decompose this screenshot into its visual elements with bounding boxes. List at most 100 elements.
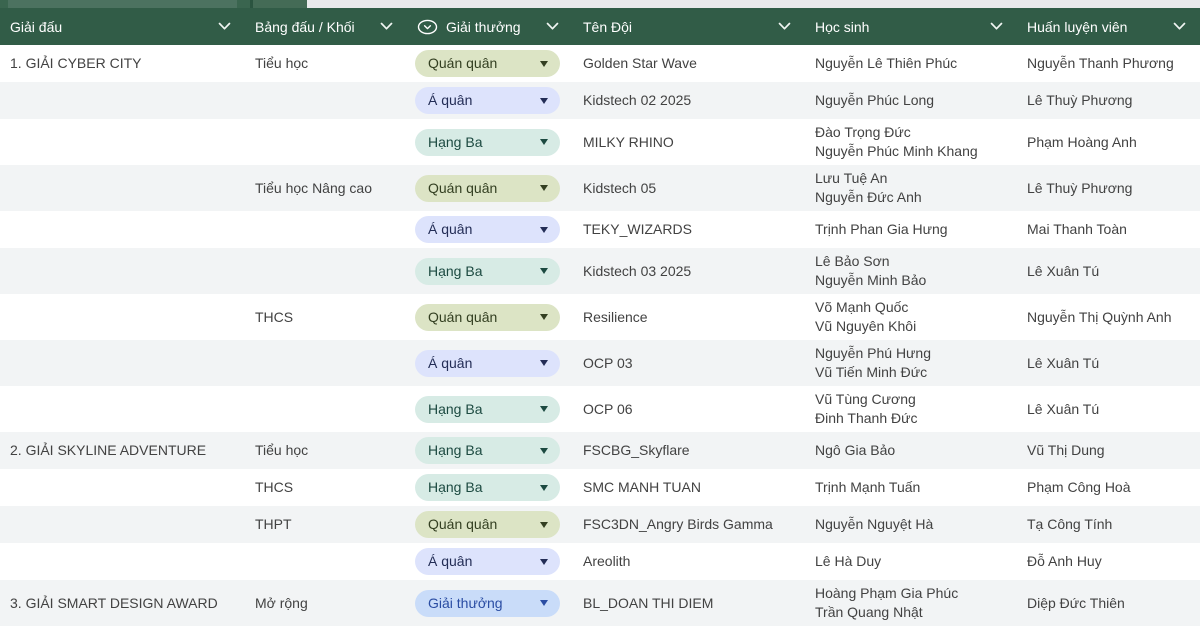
table-row: Hạng Ba Kidstech 03 2025 Lê Bảo SơnNguyễ… <box>0 248 1200 294</box>
cell-students: Trịnh Mạnh Tuấn <box>805 469 1017 506</box>
cell-coach: Phạm Hoàng Anh <box>1017 119 1200 165</box>
student-name: Vũ Tùng Cương <box>815 390 916 409</box>
cell-coach: Diệp Đức Thiên <box>1017 580 1200 626</box>
table-row: 3. GIẢI SMART DESIGN AWARD Mở rộng Giải … <box>0 580 1200 626</box>
prize-chip[interactable]: Giải thưởng <box>415 590 560 617</box>
cell-division <box>245 248 407 294</box>
table-row: 2. GIẢI SKYLINE ADVENTURE Tiểu học Hạng … <box>0 432 1200 469</box>
cell-coach: Mai Thanh Toàn <box>1017 211 1200 248</box>
cell-coach: Nguyễn Thanh Phương <box>1017 45 1200 82</box>
column-header-students[interactable]: Học sinh <box>805 8 1017 45</box>
cell-prize: Quán quân <box>407 165 573 211</box>
chevron-down-icon[interactable] <box>1173 22 1186 31</box>
column-header-label: Giải thưởng <box>446 19 521 35</box>
student-name: Trịnh Phan Gia Hưng <box>815 220 948 239</box>
chevron-down-icon[interactable] <box>380 22 393 31</box>
column-header-division[interactable]: Bảng đấu / Khối <box>245 8 407 45</box>
table-row: 1. GIẢI CYBER CITY Tiểu học Quán quân Go… <box>0 45 1200 82</box>
cell-tournament <box>0 506 245 543</box>
prize-chip[interactable]: Hạng Ba <box>415 258 560 285</box>
cell-tournament <box>0 82 245 119</box>
dropdown-arrow-icon <box>540 61 548 67</box>
cell-division <box>245 82 407 119</box>
prize-chip[interactable]: Á quân <box>415 350 560 377</box>
dropdown-arrow-icon <box>540 139 548 145</box>
prize-chip[interactable]: Hạng Ba <box>415 474 560 501</box>
dropdown-arrow-icon <box>540 268 548 274</box>
column-header-team[interactable]: Tên Đội <box>573 8 805 45</box>
prize-chip[interactable]: Quán quân <box>415 304 560 331</box>
cell-students: Lưu Tuệ AnNguyễn Đức Anh <box>805 165 1017 211</box>
dropdown-arrow-icon <box>540 185 548 191</box>
table-header-row: Giải đấu Bảng đấu / Khối <box>0 8 1200 45</box>
student-name: Lưu Tuệ An <box>815 169 887 188</box>
prize-chip[interactable]: Hạng Ba <box>415 129 560 156</box>
toolbar-strip-segment <box>253 0 307 8</box>
student-name: Nguyễn Phú Hưng <box>815 344 931 363</box>
prize-chip-label: Á quân <box>428 552 472 571</box>
cell-division <box>245 386 407 432</box>
cell-students: Nguyễn Nguyệt Hà <box>805 506 1017 543</box>
cell-coach: Đỗ Anh Huy <box>1017 543 1200 580</box>
prize-chip[interactable]: Á quân <box>415 216 560 243</box>
cell-students: Lê Hà Duy <box>805 543 1017 580</box>
prize-chip[interactable]: Quán quân <box>415 511 560 538</box>
prize-chip[interactable]: Á quân <box>415 87 560 114</box>
prize-chip[interactable]: Hạng Ba <box>415 437 560 464</box>
column-header-prize[interactable]: Giải thưởng <box>407 8 573 45</box>
dropdown-arrow-icon <box>540 360 548 366</box>
prize-chip[interactable]: Á quân <box>415 548 560 575</box>
student-name: Vũ Tiến Minh Đức <box>815 363 927 382</box>
cell-division <box>245 119 407 165</box>
cell-team: Kidstech 05 <box>573 165 805 211</box>
dropdown-arrow-icon <box>540 406 548 412</box>
prize-chip[interactable]: Quán quân <box>415 175 560 202</box>
cell-students: Ngô Gia Bảo <box>805 432 1017 469</box>
cell-division: Tiểu học Nâng cao <box>245 165 407 211</box>
column-header-label: Học sinh <box>815 19 869 35</box>
cell-students: Hoàng Phạm Gia PhúcTrần Quang Nhật <box>805 580 1017 626</box>
cell-tournament <box>0 386 245 432</box>
cell-division: THCS <box>245 469 407 506</box>
cell-students: Đào Trọng ĐứcNguyễn Phúc Minh Khang <box>805 119 1017 165</box>
chevron-down-icon[interactable] <box>546 22 559 31</box>
cell-tournament <box>0 211 245 248</box>
cell-prize: Quán quân <box>407 506 573 543</box>
toolbar-strip-left <box>0 0 250 8</box>
column-header-left: Tên Đội <box>583 19 632 35</box>
view-tab[interactable] <box>8 0 237 8</box>
column-header-left: Học sinh <box>815 19 869 35</box>
chevron-down-icon[interactable] <box>990 22 1003 31</box>
prize-chip-label: Hạng Ba <box>428 441 482 460</box>
cell-tournament <box>0 543 245 580</box>
prize-chip[interactable]: Hạng Ba <box>415 396 560 423</box>
cell-tournament <box>0 469 245 506</box>
cell-tournament: 1. GIẢI CYBER CITY <box>0 45 245 82</box>
chevron-down-icon[interactable] <box>778 22 791 31</box>
cell-coach: Lê Xuân Tú <box>1017 248 1200 294</box>
chevron-down-icon[interactable] <box>218 22 231 31</box>
prize-chip-label: Á quân <box>428 220 472 239</box>
column-header-left: Giải thưởng <box>417 19 521 35</box>
dropdown-arrow-icon <box>540 522 548 528</box>
student-name: Nguyễn Phúc Minh Khang <box>815 142 978 161</box>
cell-division: Tiểu học <box>245 45 407 82</box>
toolbar-strip <box>0 0 1200 8</box>
column-header-coach[interactable]: Huấn luyện viên <box>1017 8 1200 45</box>
column-header-tournament[interactable]: Giải đấu <box>0 8 245 45</box>
cell-prize: Quán quân <box>407 45 573 82</box>
table-row: Á quân Areolith Lê Hà Duy Đỗ Anh Huy <box>0 543 1200 580</box>
cell-team: Golden Star Wave <box>573 45 805 82</box>
student-name: Ngô Gia Bảo <box>815 441 895 460</box>
cell-prize: Hạng Ba <box>407 469 573 506</box>
cell-team: TEKY_WIZARDS <box>573 211 805 248</box>
cell-team: MILKY RHINO <box>573 119 805 165</box>
column-header-label: Bảng đấu / Khối <box>255 19 355 35</box>
cell-coach: Tạ Công Tính <box>1017 506 1200 543</box>
cell-coach: Lê Xuân Tú <box>1017 340 1200 386</box>
prize-chip[interactable]: Quán quân <box>415 50 560 77</box>
cell-prize: Hạng Ba <box>407 386 573 432</box>
cell-team: Kidstech 02 2025 <box>573 82 805 119</box>
prize-chip-label: Quán quân <box>428 54 497 73</box>
prize-chip-label: Giải thưởng <box>428 594 503 613</box>
